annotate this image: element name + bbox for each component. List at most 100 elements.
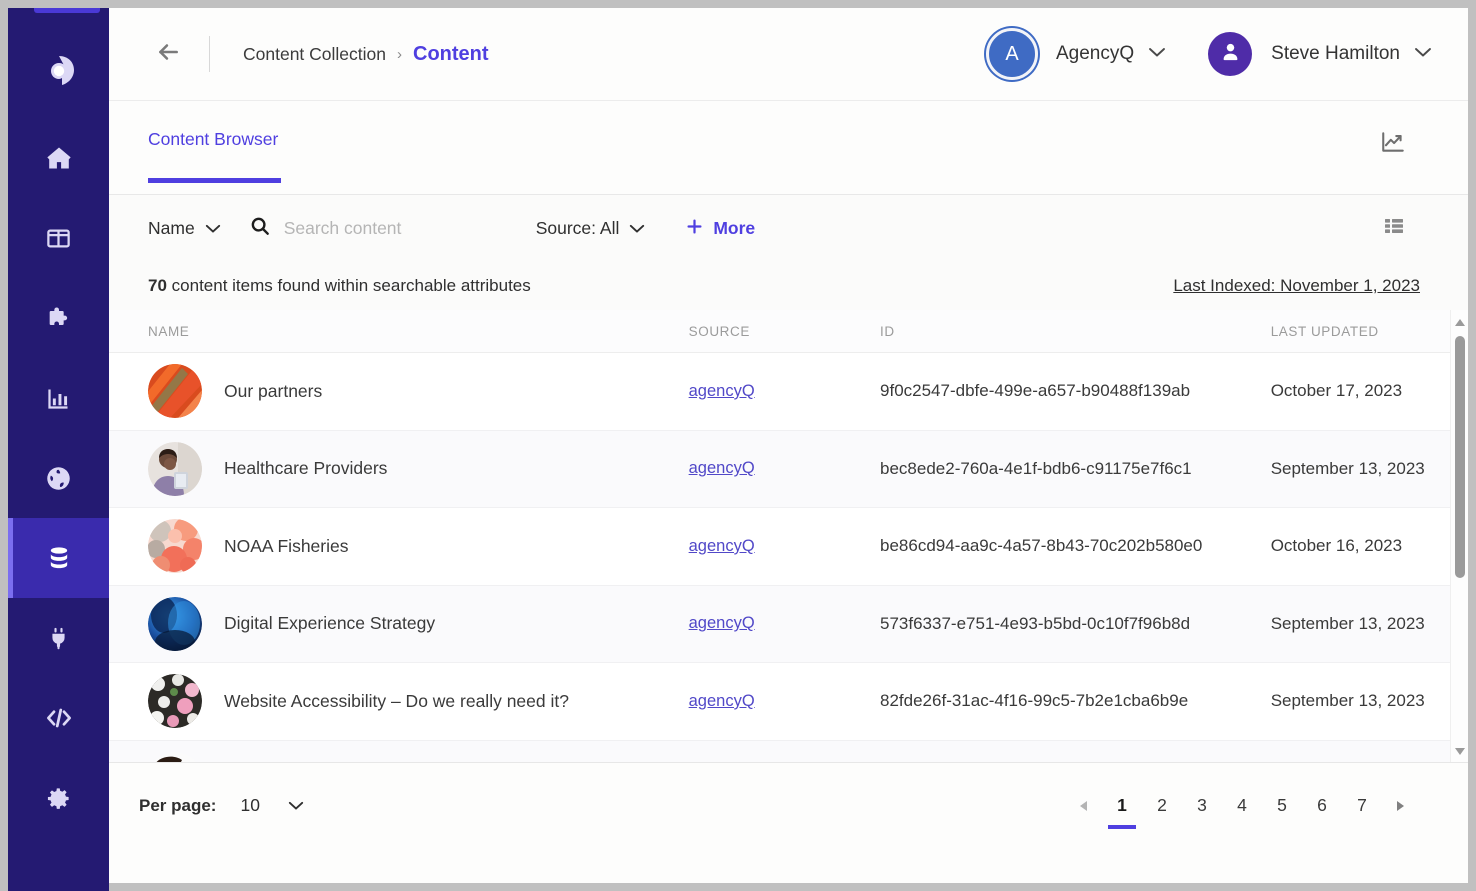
row-name-cell: Website Accessibility – Do we really nee… xyxy=(148,674,689,729)
table-footer: Per page: 10 1 2 3 4 5 6 7 xyxy=(109,762,1468,848)
pagination: 1 2 3 4 5 6 7 xyxy=(1064,783,1420,829)
table-row[interactable]: Our partners agencyQ 9f0c2547-dbfe-499e-… xyxy=(109,353,1468,431)
row-source-link[interactable]: agencyQ xyxy=(689,692,880,711)
sidebar-item-home[interactable] xyxy=(8,118,109,198)
plug-icon xyxy=(45,625,72,652)
caret-down-icon[interactable] xyxy=(1454,744,1466,756)
list-view-icon[interactable] xyxy=(1382,214,1406,243)
page-3-button[interactable]: 3 xyxy=(1182,783,1222,829)
breadcrumb: Content Collection › Content xyxy=(243,43,489,66)
more-filters-button[interactable]: More xyxy=(685,217,755,241)
page-4-button[interactable]: 4 xyxy=(1222,783,1262,829)
column-header-source[interactable]: SOURCE xyxy=(689,324,880,339)
scrollbar-thumb[interactable] xyxy=(1455,336,1465,578)
row-id: 573f6337-e751-4e93-b5bd-0c10f7f96b8d xyxy=(880,613,1191,633)
row-name: Our partners xyxy=(224,380,323,401)
row-name-cell: Healthcare Providers xyxy=(148,441,689,496)
sort-dropdown-label: Name xyxy=(148,218,195,238)
thumbnail-image xyxy=(148,364,202,419)
sidebar-item-analytics[interactable] xyxy=(8,358,109,438)
plus-icon xyxy=(685,217,704,241)
per-page-control[interactable]: Per page: 10 xyxy=(139,795,304,816)
row-last-updated: October 16, 2023 xyxy=(1270,536,1403,556)
row-id: 9f0c2547-dbfe-499e-a657-b90488f139ab xyxy=(880,381,1191,401)
table-scrollbar[interactable] xyxy=(1450,310,1468,762)
row-name-cell: Digital Experience Strategy xyxy=(148,596,689,651)
row-name-cell xyxy=(148,751,689,762)
results-summary: 70 content items found within searchable… xyxy=(109,262,1468,310)
row-name: NOAA Fisheries xyxy=(224,535,349,556)
breadcrumb-parent[interactable]: Content Collection xyxy=(243,44,386,65)
last-indexed-link[interactable]: Last Indexed: November 1, 2023 xyxy=(1173,276,1420,296)
sidebar-item-components[interactable] xyxy=(8,278,109,358)
column-header-name[interactable]: NAME xyxy=(148,324,689,339)
arrow-left-icon xyxy=(155,39,181,70)
user-chevron-down-icon[interactable] xyxy=(1414,45,1432,63)
sidebar-item-sites[interactable] xyxy=(8,438,109,518)
per-page-label: Per page: xyxy=(139,795,217,815)
sidebar-top-accent xyxy=(34,8,100,13)
page-1-button[interactable]: 1 xyxy=(1102,783,1142,829)
result-count-number: 70 xyxy=(148,276,167,295)
sidebar-item-integrations[interactable] xyxy=(8,598,109,678)
search-input[interactable] xyxy=(283,218,514,239)
chevron-down-icon xyxy=(629,218,645,239)
search-icon[interactable] xyxy=(249,215,271,242)
row-source-link[interactable]: agencyQ xyxy=(689,537,880,556)
table-row[interactable]: Healthcare Providers agencyQ bec8ede2-76… xyxy=(109,430,1468,508)
globe-icon xyxy=(45,465,72,492)
code-icon xyxy=(44,703,74,733)
search-box xyxy=(249,215,514,242)
sidebar-item-content[interactable] xyxy=(8,518,109,598)
filter-toolbar: Name Source: All xyxy=(109,195,1468,262)
org-avatar[interactable]: A xyxy=(986,28,1038,80)
sidebar xyxy=(8,8,109,891)
caret-up-icon[interactable] xyxy=(1454,316,1466,328)
gear-icon xyxy=(45,785,72,812)
table-row[interactable]: Digital Experience Strategy agencyQ 573f… xyxy=(109,585,1468,663)
home-icon xyxy=(45,144,73,172)
tab-content-browser[interactable]: Content Browser xyxy=(148,129,282,183)
table-row[interactable] xyxy=(109,740,1468,762)
row-id: be86cd94-aa9c-4a57-8b43-70c202b580e0 xyxy=(880,536,1203,556)
sort-dropdown[interactable]: Name xyxy=(148,218,221,239)
row-source-link[interactable]: agencyQ xyxy=(689,614,880,633)
chevron-down-icon[interactable] xyxy=(288,796,304,816)
source-filter-dropdown[interactable]: Source: All xyxy=(536,218,646,239)
column-header-last-updated[interactable]: LAST UPDATED xyxy=(1271,324,1468,339)
result-count-label: content items found within searchable at… xyxy=(171,276,531,295)
main-panel: Content Collection › Content A AgencyQ S… xyxy=(109,8,1468,883)
thumbnail-image xyxy=(148,441,202,496)
breadcrumb-current: Content xyxy=(413,42,489,65)
page-6-button[interactable]: 6 xyxy=(1302,783,1342,829)
thumbnail-image xyxy=(148,519,202,574)
row-source-link[interactable]: agencyQ xyxy=(689,459,880,478)
row-name: Website Accessibility – Do we really nee… xyxy=(224,690,569,711)
table-row[interactable]: NOAA Fisheries agencyQ be86cd94-aa9c-4a5… xyxy=(109,508,1468,586)
trend-chart-icon[interactable] xyxy=(1380,129,1406,160)
layout-columns-icon xyxy=(45,225,72,252)
sidebar-item-settings[interactable] xyxy=(8,758,109,838)
caret-right-icon[interactable] xyxy=(1382,787,1420,825)
table-row[interactable]: Website Accessibility – Do we really nee… xyxy=(109,663,1468,741)
app-window: Content Collection › Content A AgencyQ S… xyxy=(0,0,1476,891)
page-7-button[interactable]: 7 xyxy=(1342,783,1382,829)
header-right: A AgencyQ Steve Hamilton xyxy=(986,28,1432,80)
sidebar-item-developer[interactable] xyxy=(8,678,109,758)
row-source-link[interactable]: agencyQ xyxy=(689,382,880,401)
page-2-button[interactable]: 2 xyxy=(1142,783,1182,829)
row-last-updated: September 13, 2023 xyxy=(1270,613,1425,633)
caret-left-icon[interactable] xyxy=(1064,787,1102,825)
more-filters-label: More xyxy=(713,218,756,238)
avatar[interactable] xyxy=(1208,32,1253,76)
sidebar-nav xyxy=(8,118,109,838)
bar-chart-icon xyxy=(45,385,72,412)
org-chevron-down-icon[interactable] xyxy=(1148,45,1166,63)
sidebar-item-pages[interactable] xyxy=(8,198,109,278)
back-button[interactable] xyxy=(145,31,191,77)
app-logo-icon[interactable] xyxy=(8,34,109,108)
row-name-cell: Our partners xyxy=(148,364,689,419)
page-5-button[interactable]: 5 xyxy=(1262,783,1302,829)
table-header-row: NAME SOURCE ID LAST UPDATED xyxy=(109,310,1468,353)
column-header-id[interactable]: ID xyxy=(880,324,1271,339)
